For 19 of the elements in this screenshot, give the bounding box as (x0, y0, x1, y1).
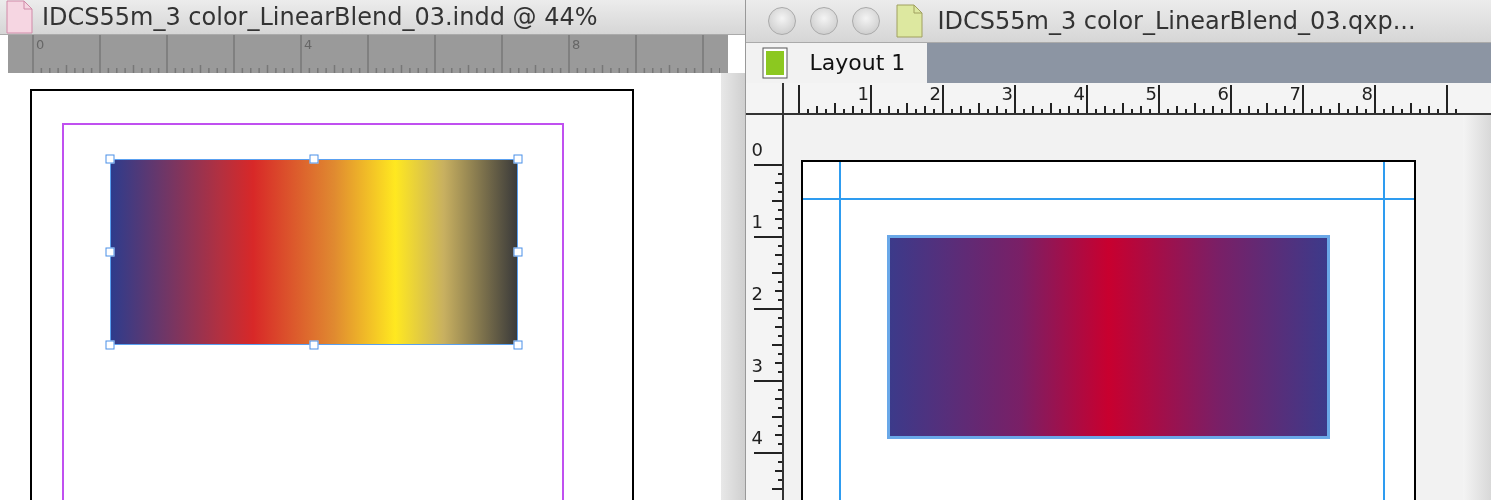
selection-handle[interactable] (513, 154, 523, 164)
page-icon (761, 46, 788, 79)
close-button[interactable] (767, 6, 796, 35)
scrollbar[interactable] (720, 73, 745, 500)
selection-handle[interactable] (513, 340, 523, 350)
layout-tab[interactable]: Layout 1 (745, 42, 928, 83)
selection-handle[interactable] (309, 154, 319, 164)
minimize-button[interactable] (809, 6, 838, 35)
zoom-button[interactable] (851, 6, 880, 35)
document-icon (4, 0, 34, 34)
document-icon (893, 3, 924, 38)
selection-handle[interactable] (105, 154, 115, 164)
selection-handle[interactable] (309, 340, 319, 350)
scrollbar[interactable] (1463, 115, 1491, 500)
window-title: IDCS55m_3 color_LinearBlend_03.indd @ 44% (42, 3, 598, 31)
window-title: IDCS55m_3 color_LinearBlend_03.qxp... (937, 6, 1416, 35)
selection-handle[interactable] (105, 340, 115, 350)
selection-handle[interactable] (105, 247, 115, 257)
selection-handle[interactable] (513, 247, 523, 257)
